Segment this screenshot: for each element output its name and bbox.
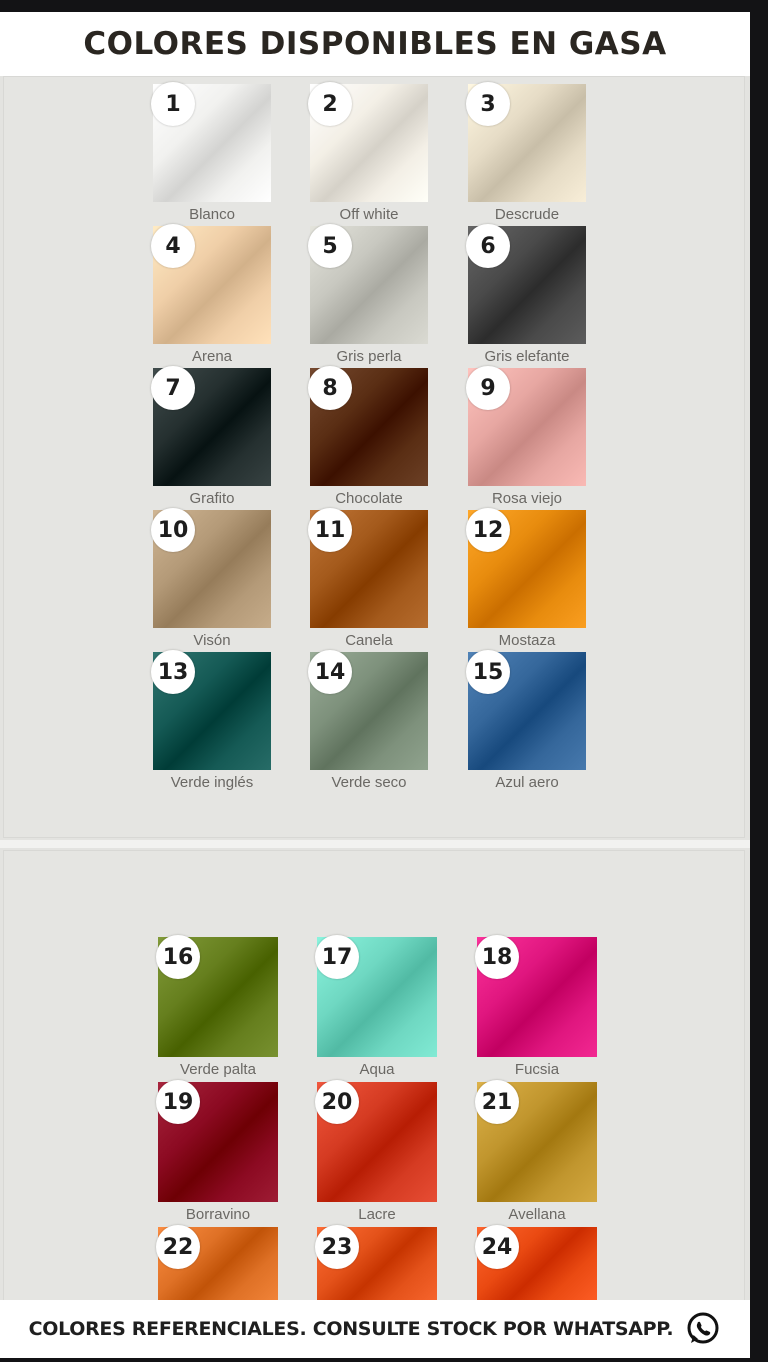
swatch-number-badge: 1 (151, 82, 195, 126)
swatch-7: 7 (151, 366, 271, 486)
swatch-label: Canela (345, 632, 393, 649)
swatch-number-badge: 5 (308, 224, 352, 268)
swatch-11: 11 (308, 508, 428, 628)
swatch-number-badge: 7 (151, 366, 195, 410)
swatch-23: 23 (315, 1225, 437, 1300)
panel-divider (0, 840, 750, 848)
swatch-17: 17 (315, 935, 437, 1057)
swatch-label: Grafito (189, 490, 235, 507)
swatch-15: 15 (466, 650, 586, 770)
swatch-label: Fucsia (514, 1061, 560, 1078)
swatch-label: Chocolate (335, 490, 403, 507)
swatch-number-badge: 18 (475, 935, 519, 979)
swatch-number-badge: 13 (151, 650, 195, 694)
title-bar: COLORES DISPONIBLES EN GASA (0, 12, 750, 76)
swatch-number-badge: 19 (156, 1080, 200, 1124)
swatch-number-badge: 2 (308, 82, 352, 126)
swatch-label: Visón (193, 632, 231, 649)
swatch-number-badge: 10 (151, 508, 195, 552)
swatch-3: 3 (466, 82, 586, 202)
swatch-12: 12 (466, 508, 586, 628)
swatch-label: Descrude (494, 206, 560, 223)
swatch-20: 20 (315, 1080, 437, 1202)
swatch-8: 8 (308, 366, 428, 486)
swatch-21: 21 (475, 1080, 597, 1202)
swatch-19: 19 (156, 1080, 278, 1202)
swatch-label: Blanco (189, 206, 235, 223)
swatch-14: 14 (308, 650, 428, 770)
swatch-2: 2 (308, 82, 428, 202)
swatch-label: Arena (191, 348, 233, 365)
swatch-4: 4 (151, 224, 271, 344)
swatch-label: Avellana (508, 1206, 566, 1223)
swatch-13: 13 (151, 650, 271, 770)
swatch-5: 5 (308, 224, 428, 344)
swatch-label: Off white (339, 206, 399, 223)
swatch-number-badge: 24 (475, 1225, 519, 1269)
swatch-label: Azul aero (495, 774, 559, 791)
swatch-24: 24 (475, 1225, 597, 1300)
swatch-number-badge: 22 (156, 1225, 200, 1269)
swatch-16: 16 (156, 935, 278, 1057)
swatch-label: Mostaza (498, 632, 556, 649)
swatch-number-badge: 16 (156, 935, 200, 979)
footer-bar: COLORES REFERENCIALES. CONSULTE STOCK PO… (0, 1300, 750, 1358)
swatch-label: Rosa viejo (491, 490, 563, 507)
swatch-1: 1 (151, 82, 271, 202)
swatch-number-badge: 6 (466, 224, 510, 268)
swatch-label: Gris perla (336, 348, 402, 365)
swatch-number-badge: 14 (308, 650, 352, 694)
swatch-label: Verde palta (180, 1061, 256, 1078)
swatch-label: Aqua (359, 1061, 395, 1078)
swatch-10: 10 (151, 508, 271, 628)
swatch-number-badge: 21 (475, 1080, 519, 1124)
swatch-number-badge: 23 (315, 1225, 359, 1269)
swatch-9: 9 (466, 366, 586, 486)
swatch-number-badge: 9 (466, 366, 510, 410)
swatch-number-badge: 4 (151, 224, 195, 268)
swatch-label: Borravino (185, 1206, 251, 1223)
footer-text: COLORES REFERENCIALES. CONSULTE STOCK PO… (28, 1318, 674, 1340)
swatch-label: Verde inglés (170, 774, 254, 791)
swatch-label: Lacre (358, 1206, 396, 1223)
swatch-number-badge: 12 (466, 508, 510, 552)
swatch-number-badge: 3 (466, 82, 510, 126)
swatch-number-badge: 20 (315, 1080, 359, 1124)
swatch-number-badge: 15 (466, 650, 510, 694)
swatch-label: Verde seco (331, 774, 407, 791)
swatch-18: 18 (475, 935, 597, 1057)
swatch-number-badge: 17 (315, 935, 359, 979)
whatsapp-icon[interactable] (685, 1311, 721, 1347)
swatch-22: 22 (156, 1225, 278, 1300)
swatch-number-badge: 8 (308, 366, 352, 410)
page-title: COLORES DISPONIBLES EN GASA (83, 26, 667, 62)
swatch-number-badge: 11 (308, 508, 352, 552)
swatch-6: 6 (466, 224, 586, 344)
catalog-frame: COLORES DISPONIBLES EN GASA 1 Blanco 2 Off … (0, 12, 750, 1358)
swatch-label: Gris elefante (484, 348, 570, 365)
